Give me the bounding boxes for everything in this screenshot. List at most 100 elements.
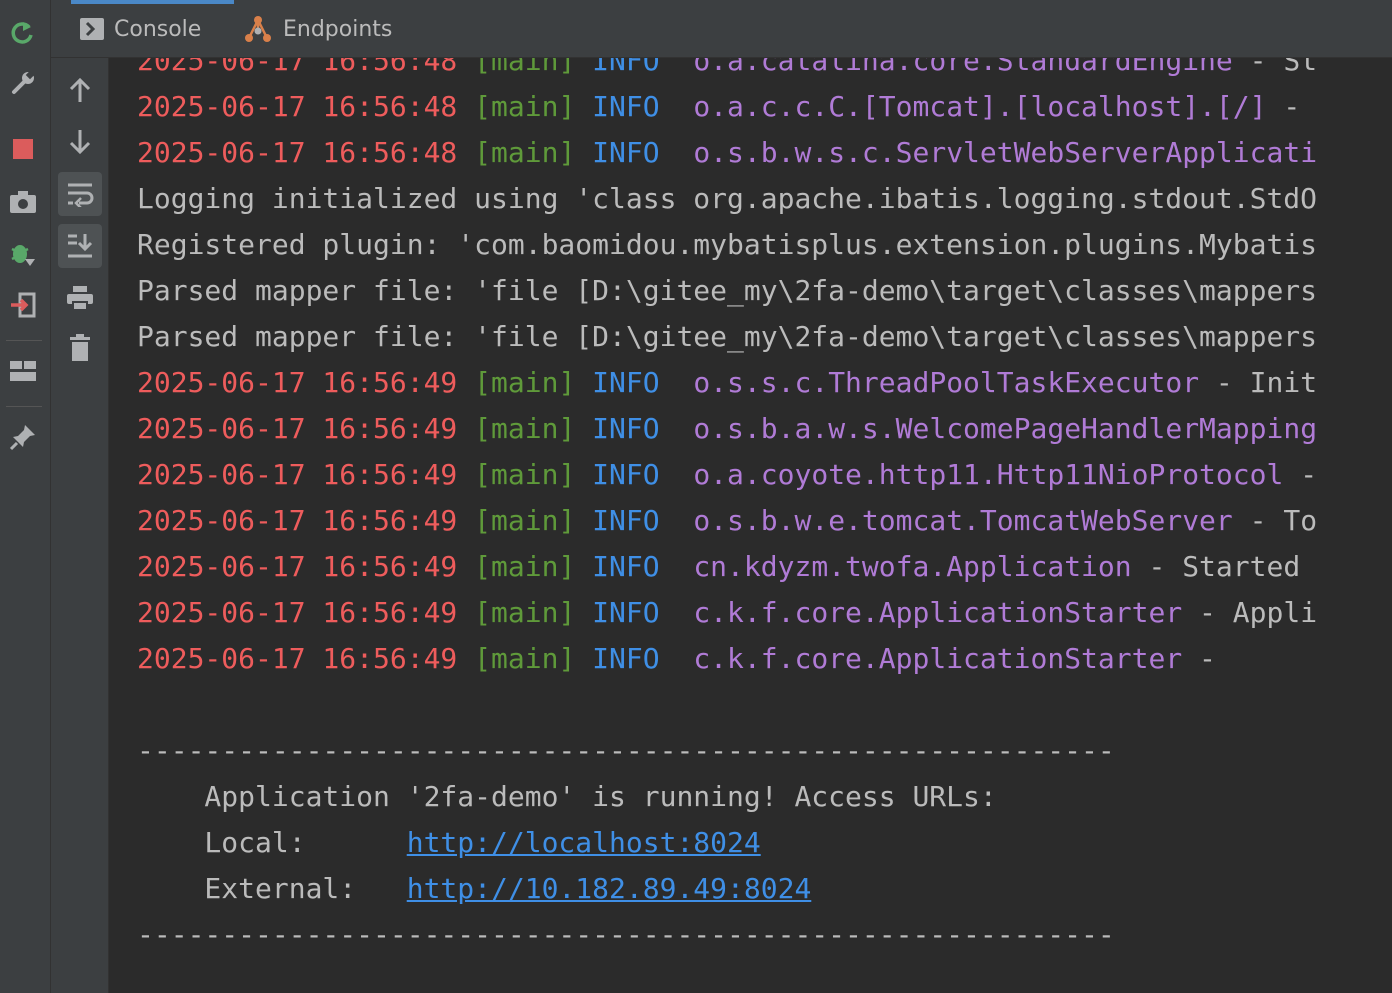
log-thread: [main]: [474, 504, 576, 537]
log-line: Parsed mapper file: 'file [D:\gitee_my\2…: [137, 268, 1317, 314]
run-tab-bar: Console Endpoints: [51, 0, 1392, 58]
log-logger: c.k.f.core.ApplicationStarter: [693, 642, 1183, 675]
log-logger: o.s.b.a.w.s.WelcomePageHandlerMapping: [693, 412, 1318, 445]
access-url-link[interactable]: http://localhost:8024: [407, 826, 761, 859]
log-text: Registered plugin: 'com.baomidou.mybatis…: [137, 228, 1318, 261]
endpoints-icon: [243, 15, 273, 43]
log-line: Local: http://localhost:8024: [137, 820, 1317, 866]
log-level: INFO: [592, 596, 677, 629]
log-level: INFO: [592, 366, 677, 399]
log-thread: [main]: [474, 642, 576, 675]
log-line: 2025-06-17 16:56:49 [main] INFO c.k.f.co…: [137, 590, 1317, 636]
log-line: 2025-06-17 16:56:49 [main] INFO o.a.coyo…: [137, 452, 1317, 498]
run-tool-window: Console Endpoints 2025-06-17 16:56:48 [m…: [0, 0, 1392, 993]
log-level: INFO: [592, 458, 677, 491]
log-line: 2025-06-17 16:56:48 [main] INFO o.a.cata…: [137, 58, 1317, 84]
soft-wrap-icon[interactable]: [58, 172, 102, 216]
log-line: 2025-06-17 16:56:49 [main] INFO o.s.b.a.…: [137, 406, 1317, 452]
log-logger: c.k.f.core.ApplicationStarter: [693, 596, 1183, 629]
log-thread: [main]: [474, 58, 576, 77]
log-line: 2025-06-17 16:56:49 [main] INFO o.s.b.w.…: [137, 498, 1317, 544]
log-thread: [main]: [474, 412, 576, 445]
log-text: ----------------------------------------…: [137, 734, 1115, 767]
log-timestamp: 2025-06-17 16:56:49: [137, 550, 458, 583]
log-timestamp: 2025-06-17 16:56:48: [137, 136, 458, 169]
log-timestamp: 2025-06-17 16:56:49: [137, 366, 458, 399]
log-logger: o.s.s.c.ThreadPoolTaskExecutor: [693, 366, 1200, 399]
log-level: INFO: [592, 58, 677, 77]
wrench-icon[interactable]: [6, 66, 40, 100]
log-message: -: [1182, 642, 1216, 675]
layout-icon[interactable]: [6, 354, 40, 388]
log-thread: [main]: [474, 136, 576, 169]
log-timestamp: 2025-06-17 16:56:49: [137, 412, 458, 445]
scroll-to-end-icon[interactable]: [58, 224, 102, 268]
log-text: Parsed mapper file: 'file [D:\gitee_my\2…: [137, 274, 1318, 307]
log-message: - St: [1232, 58, 1318, 77]
log-level: INFO: [592, 412, 677, 445]
trash-icon[interactable]: [58, 326, 102, 370]
log-timestamp: 2025-06-17 16:56:48: [137, 58, 458, 77]
log-line: ----------------------------------------…: [137, 912, 1317, 958]
toolbar-separator: [6, 406, 42, 407]
log-logger: o.a.catalina.core.StandardEngine: [693, 58, 1233, 77]
log-line: Logging initialized using 'class org.apa…: [137, 176, 1317, 222]
access-url-link[interactable]: http://10.182.89.49:8024: [407, 872, 812, 905]
log-logger: o.s.b.w.s.c.ServletWebServerApplicati: [693, 136, 1318, 169]
pin-icon[interactable]: [6, 420, 40, 454]
up-arrow-icon[interactable]: [58, 68, 102, 112]
debug-icon[interactable]: [6, 237, 40, 271]
log-timestamp: 2025-06-17 16:56:49: [137, 504, 458, 537]
log-thread: [main]: [474, 458, 576, 491]
log-line: Parsed mapper file: 'file [D:\gitee_my\2…: [137, 314, 1317, 360]
log-timestamp: 2025-06-17 16:56:49: [137, 458, 458, 491]
log-line: 2025-06-17 16:56:49 [main] INFO c.k.f.co…: [137, 636, 1317, 682]
console-icon: [80, 18, 104, 40]
log-logger: o.a.coyote.http11.Http11NioProtocol: [693, 458, 1284, 491]
log-line: External: http://10.182.89.49:8024: [137, 866, 1317, 912]
log-text: Parsed mapper file: 'file [D:\gitee_my\2…: [137, 320, 1318, 353]
camera-icon[interactable]: [6, 185, 40, 219]
tab-endpoints[interactable]: Endpoints: [243, 0, 392, 58]
log-level: INFO: [592, 550, 677, 583]
log-line: 2025-06-17 16:56:49 [main] INFO o.s.s.c.…: [137, 360, 1317, 406]
login-icon[interactable]: [6, 288, 40, 322]
log-thread: [main]: [474, 90, 576, 123]
tab-label: Console: [114, 16, 202, 42]
stop-icon[interactable]: [6, 132, 40, 166]
print-icon[interactable]: [58, 276, 102, 320]
log-logger: o.a.c.c.C.[Tomcat].[localhost].[/]: [693, 90, 1267, 123]
log-timestamp: 2025-06-17 16:56:49: [137, 642, 458, 675]
log-thread: [main]: [474, 596, 576, 629]
log-line: Registered plugin: 'com.baomidou.mybatis…: [137, 222, 1317, 268]
log-thread: [main]: [474, 366, 576, 399]
rerun-icon[interactable]: [6, 16, 40, 50]
log-text: Local:: [137, 826, 407, 859]
log-message: -: [1283, 458, 1318, 491]
tab-console[interactable]: Console: [80, 0, 201, 58]
console-lines: 2025-06-17 16:56:48 [main] INFO o.a.cata…: [137, 58, 1317, 958]
log-thread: [main]: [474, 550, 576, 583]
log-level: INFO: [592, 504, 677, 537]
log-line: ----------------------------------------…: [137, 728, 1317, 774]
log-message: - Started: [1131, 550, 1301, 583]
log-line: Application '2fa-demo' is running! Acces…: [137, 774, 1317, 820]
down-arrow-icon[interactable]: [58, 120, 102, 164]
log-line: 2025-06-17 16:56:49 [main] INFO cn.kdyzm…: [137, 544, 1317, 590]
log-level: INFO: [592, 642, 677, 675]
log-text: Application '2fa-demo' is running! Acces…: [137, 780, 997, 813]
log-text: External:: [137, 872, 407, 905]
log-level: INFO: [592, 90, 677, 123]
log-logger: o.s.b.w.e.tomcat.TomcatWebServer: [693, 504, 1233, 537]
log-message: - To: [1232, 504, 1318, 537]
run-side-toolbar: [0, 0, 51, 993]
toolbar-separator: [6, 340, 42, 341]
log-timestamp: 2025-06-17 16:56:48: [137, 90, 458, 123]
log-logger: cn.kdyzm.twofa.Application: [693, 550, 1132, 583]
log-level: INFO: [592, 136, 677, 169]
log-line: 2025-06-17 16:56:48 [main] INFO o.a.c.c.…: [137, 84, 1317, 130]
log-text: ----------------------------------------…: [137, 918, 1115, 951]
log-message: - Init: [1199, 366, 1318, 399]
console-output[interactable]: 2025-06-17 16:56:48 [main] INFO o.a.cata…: [109, 58, 1392, 993]
